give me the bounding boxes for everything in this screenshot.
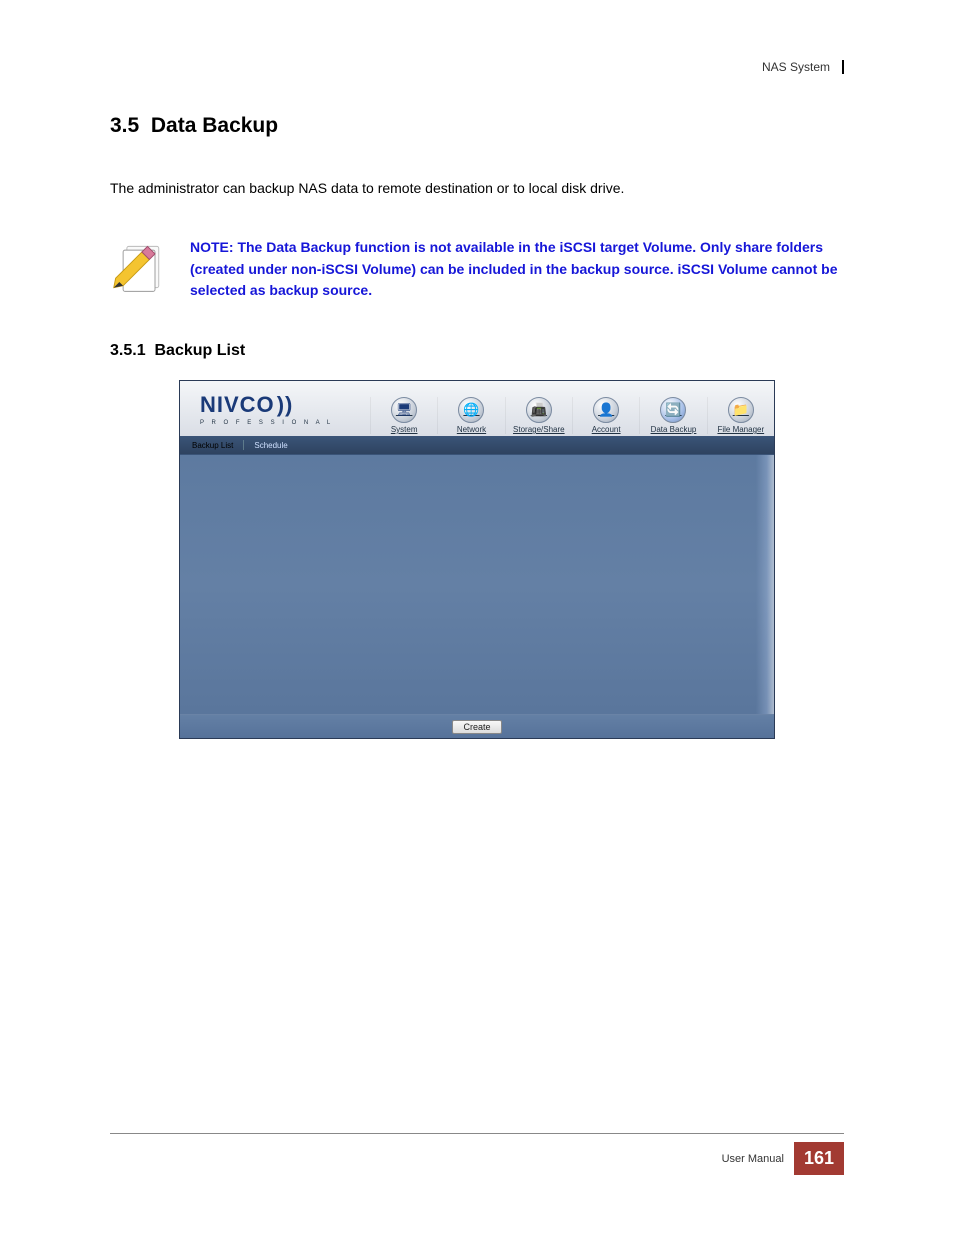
network-icon: 🌐 (458, 397, 484, 423)
backup-icon: 🔄 (660, 397, 686, 423)
sub-nav: Backup List Schedule (180, 436, 774, 454)
brand-name: NIVCO (200, 392, 275, 418)
note-block: NOTE: The Data Backup function is not av… (110, 237, 844, 302)
note-text: NOTE: The Data Backup function is not av… (190, 237, 844, 302)
nav-item-system[interactable]: 🖥 System (370, 397, 437, 434)
doc-title: NAS System (762, 60, 838, 74)
app-topbar: NIVCO)) P R O F E S S I O N A L 🖥 System… (180, 381, 774, 436)
top-nav: 🖥 System 🌐 Network 📠 Storage/Share 👤 Acc… (370, 381, 774, 436)
brand-logo: NIVCO)) (200, 392, 370, 418)
nav-item-file-manager[interactable]: 📁 File Manager (707, 397, 774, 434)
tab-schedule[interactable]: Schedule (250, 441, 291, 450)
nav-item-data-backup[interactable]: 🔄 Data Backup (639, 397, 706, 434)
nav-label: File Manager (717, 425, 764, 434)
section-intro: The administrator can backup NAS data to… (110, 178, 844, 199)
section-number: 3.5 (110, 114, 139, 137)
footer-rule (110, 1133, 844, 1134)
nav-label: Data Backup (651, 425, 697, 434)
footer-label: User Manual (722, 1153, 784, 1165)
stage-footer: Create (180, 714, 774, 738)
stage-highlight (756, 455, 774, 714)
nav-label: Storage/Share (513, 425, 565, 434)
content-stage (180, 454, 774, 714)
system-icon: 🖥 (391, 397, 417, 423)
brand-paren-icon: )) (277, 392, 294, 418)
nav-label: Account (592, 425, 621, 434)
pencil-note-icon (110, 237, 170, 297)
subsection-number: 3.5.1 (110, 342, 146, 359)
nav-item-network[interactable]: 🌐 Network (437, 397, 504, 434)
section-title: Data Backup (151, 114, 278, 137)
brand-tagline: P R O F E S S I O N A L (200, 420, 370, 426)
file-manager-icon: 📁 (728, 397, 754, 423)
brand-block: NIVCO)) P R O F E S S I O N A L (180, 381, 370, 436)
section-heading: 3.5 Data Backup (110, 114, 844, 138)
page-footer: User Manual 161 (110, 1133, 844, 1175)
create-button[interactable]: Create (452, 720, 501, 734)
page-number: 161 (794, 1142, 844, 1175)
doc-header: NAS System (110, 60, 844, 74)
nav-item-account[interactable]: 👤 Account (572, 397, 639, 434)
nav-item-storage[interactable]: 📠 Storage/Share (505, 397, 572, 434)
subsection-title: Backup List (154, 342, 245, 359)
subsection-heading: 3.5.1 Backup List (110, 342, 844, 360)
tab-backup-list[interactable]: Backup List (188, 441, 237, 450)
nav-label: Network (457, 425, 486, 434)
tab-separator (243, 440, 244, 450)
storage-icon: 📠 (526, 397, 552, 423)
nav-label: System (391, 425, 418, 434)
app-screenshot: NIVCO)) P R O F E S S I O N A L 🖥 System… (179, 380, 775, 739)
account-icon: 👤 (593, 397, 619, 423)
